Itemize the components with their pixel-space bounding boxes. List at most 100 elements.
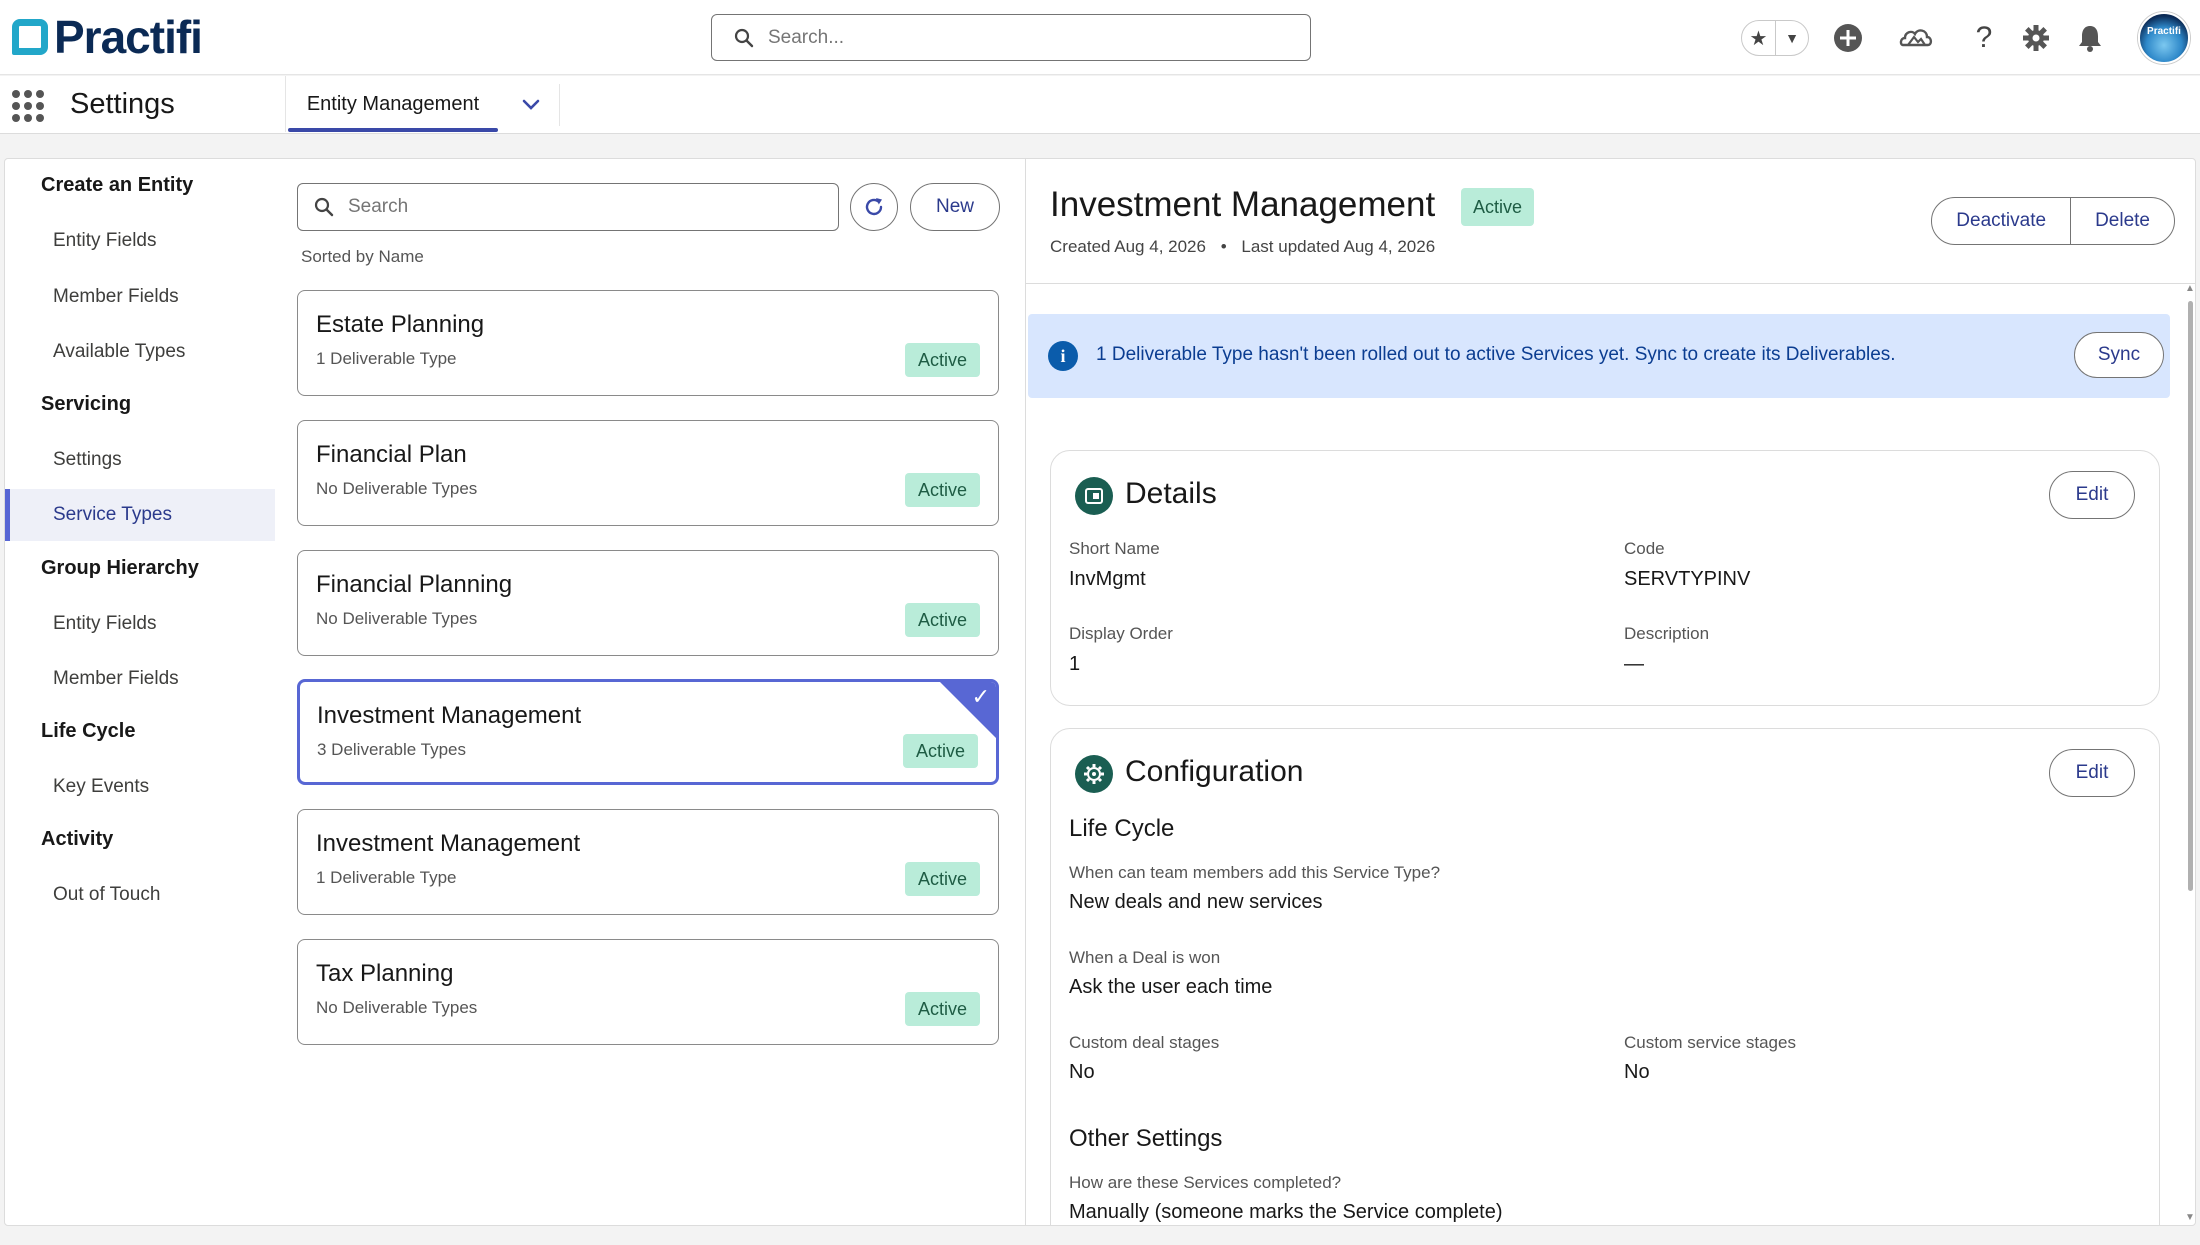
custom-deal-stages-label: Custom deal stages <box>1069 1033 1220 1052</box>
other-settings-heading: Other Settings <box>1069 1125 1223 1152</box>
nav-heading-servicing: Servicing <box>41 393 132 415</box>
checkmark-icon: ✓ <box>971 684 990 709</box>
list-item-title: Investment Management <box>316 830 581 857</box>
list-item-subtitle: No Deliverable Types <box>316 479 478 498</box>
status-badge: Active <box>904 343 980 377</box>
code-label: Code <box>1624 539 1665 558</box>
refresh-button[interactable] <box>850 183 898 231</box>
new-button[interactable]: New <box>910 183 1000 231</box>
star-icon[interactable]: ★ <box>1742 21 1775 55</box>
sidebar-item-member-fields[interactable]: Member Fields <box>5 271 275 323</box>
list-item[interactable]: Estate Planning 1 Deliverable Type Activ… <box>297 290 999 396</box>
scroll-up-icon[interactable]: ▲ <box>2185 283 2195 294</box>
custom-deal-stages-value: No <box>1069 1061 1095 1083</box>
code-value: SERVTYPINV <box>1624 568 1751 590</box>
display-order-label: Display Order <box>1069 624 1173 643</box>
list-item-subtitle: 1 Deliverable Type <box>316 868 457 887</box>
bell-icon[interactable] <box>2072 20 2108 56</box>
detail-status-badge: Active <box>1461 188 1535 226</box>
display-order-value: 1 <box>1069 653 1081 675</box>
list-item[interactable]: Financial Plan No Deliverable Types Acti… <box>297 420 999 526</box>
sidebar-item-servicing-settings[interactable]: Settings <box>5 434 275 486</box>
user-avatar[interactable]: Practifi <box>2138 12 2190 64</box>
status-badge: Active <box>904 992 980 1026</box>
gear-icon[interactable] <box>2018 20 2054 56</box>
nav-heading-create-entity: Create an Entity <box>41 174 194 196</box>
list-search[interactable] <box>297 183 839 231</box>
list-item[interactable]: Tax Planning No Deliverable Types Active <box>297 939 999 1045</box>
status-badge: Active <box>904 473 980 507</box>
question-icon[interactable]: ? <box>1966 20 2002 56</box>
add-service-type-value: New deals and new services <box>1069 891 1323 913</box>
created-date: Created Aug 4, 2026 <box>1050 237 1206 256</box>
completion-value: Manually (someone marks the Service comp… <box>1069 1201 1503 1223</box>
list-item-title: Financial Plan <box>316 441 467 468</box>
list-item-title: Tax Planning <box>316 960 454 987</box>
configuration-edit-button[interactable]: Edit <box>2049 749 2135 797</box>
plus-circle-icon[interactable] <box>1830 20 1866 56</box>
global-search[interactable] <box>711 14 1311 61</box>
search-icon <box>734 28 754 47</box>
chevron-down-icon[interactable]: ▼ <box>1774 21 1808 55</box>
custom-service-stages-value: No <box>1624 1061 1650 1083</box>
list-item[interactable]: Financial Planning No Deliverable Types … <box>297 550 999 656</box>
list-search-input[interactable] <box>348 196 808 218</box>
details-section: Details Edit Short Name InvMgmt Code SER… <box>1050 450 2160 706</box>
cloud-mountain-icon[interactable] <box>1898 20 1934 56</box>
global-header: Practifi ★ ▼ ? Practifi <box>0 0 2200 75</box>
search-icon <box>314 197 334 217</box>
short-name-value: InvMgmt <box>1069 568 1146 590</box>
sidebar-item-service-types[interactable]: Service Types <box>5 489 275 541</box>
tab-entity-management[interactable]: Entity Management <box>285 76 500 132</box>
completion-label: How are these Services completed? <box>1069 1173 1342 1192</box>
sync-button[interactable]: Sync <box>2074 332 2164 378</box>
tab-menu-chevron-icon[interactable] <box>502 84 560 126</box>
configuration-title: Configuration <box>1125 755 1304 788</box>
meta-separator: • <box>1220 237 1227 256</box>
sidebar-item-available-types[interactable]: Available Types <box>5 326 275 378</box>
list-item-title: Estate Planning <box>316 311 485 338</box>
nav-heading-life-cycle: Life Cycle <box>41 720 136 742</box>
list-item-selected[interactable]: ✓ Investment Management 3 Deliverable Ty… <box>297 679 999 785</box>
status-badge: Active <box>904 603 980 637</box>
detail-scroll-area[interactable]: i 1 Deliverable Type hasn't been rolled … <box>1026 284 2176 1225</box>
service-type-list: New Sorted by Name Estate Planning 1 Del… <box>297 159 1009 1225</box>
brand-name: Practifi <box>54 11 203 63</box>
delete-button[interactable]: Delete <box>2070 198 2174 244</box>
description-label: Description <box>1624 624 1710 643</box>
sidebar-item-group-entity-fields[interactable]: Entity Fields <box>5 598 275 650</box>
add-service-type-label: When can team members add this Service T… <box>1069 863 1441 882</box>
settings-sidebar: Create an Entity Entity Fields Member Fi… <box>5 159 275 1225</box>
practifi-logo[interactable]: Practifi <box>12 11 203 63</box>
scrollbar-thumb[interactable] <box>2188 301 2193 891</box>
custom-service-stages-label: Custom service stages <box>1624 1033 1796 1052</box>
list-item-subtitle: 1 Deliverable Type <box>316 349 457 368</box>
list-item-title: Financial Planning <box>316 571 513 598</box>
list-item-subtitle: No Deliverable Types <box>316 609 478 628</box>
deactivate-button[interactable]: Deactivate <box>1932 198 2070 244</box>
nav-heading-group-hierarchy: Group Hierarchy <box>41 557 199 579</box>
sidebar-item-key-events[interactable]: Key Events <box>5 761 275 813</box>
list-item-subtitle: 3 Deliverable Types <box>317 740 466 759</box>
entity-management-panel: Create an Entity Entity Fields Member Fi… <box>4 158 2196 1226</box>
scroll-down-icon[interactable]: ▼ <box>2185 1212 2195 1223</box>
sidebar-item-group-member-fields[interactable]: Member Fields <box>5 653 275 705</box>
app-launcher-icon[interactable] <box>12 90 44 122</box>
app-nav-bar: Settings Entity Management <box>0 76 2200 134</box>
detail-title: Investment Management <box>1050 185 1436 224</box>
detail-scrollbar[interactable]: ▲ ▼ <box>2185 283 2195 1223</box>
global-search-input[interactable] <box>768 26 1268 49</box>
detail-meta: Created Aug 4, 2026 • Last updated Aug 4… <box>1050 237 1435 257</box>
detail-action-buttons: Deactivate Delete <box>1931 197 2175 245</box>
deal-won-label: When a Deal is won <box>1069 948 1221 967</box>
configuration-section: Configuration Edit Life Cycle When can t… <box>1050 728 2160 1225</box>
nav-heading-activity: Activity <box>41 828 114 850</box>
details-edit-button[interactable]: Edit <box>2049 471 2135 519</box>
banner-message: 1 Deliverable Type hasn't been rolled ou… <box>1096 344 1896 365</box>
info-icon: i <box>1048 341 1078 371</box>
sidebar-item-entity-fields[interactable]: Entity Fields <box>5 215 275 267</box>
list-item-subtitle: No Deliverable Types <box>316 998 478 1017</box>
list-item[interactable]: Investment Management 1 Deliverable Type… <box>297 809 999 915</box>
details-title: Details <box>1125 477 1217 510</box>
sidebar-item-out-of-touch[interactable]: Out of Touch <box>5 869 275 921</box>
